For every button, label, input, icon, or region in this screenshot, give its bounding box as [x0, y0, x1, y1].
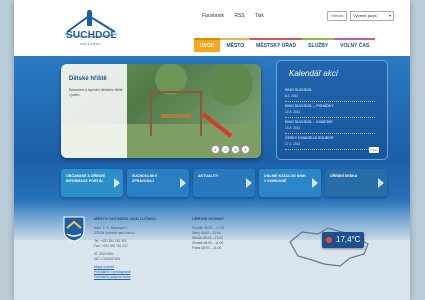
language-select[interactable]: Vyberte jazyk ▾ — [350, 11, 394, 21]
tile-uredni-deska[interactable]: ÚŘEDNÍ DESKA — [325, 169, 387, 197]
language-select-label: Vyberte jazyk — [353, 13, 377, 18]
office-hours-line: Pondělí 08:00 – 17:00 — [192, 226, 225, 230]
event-name: KINO SUCHDOL – POHÁDKY — [285, 104, 334, 108]
office-hours-line: Čtvrtek 08:00 – 11:00 — [192, 241, 224, 245]
footer-ic: IČ: 00247651 — [94, 252, 114, 256]
event-name: KINO SUCHDOL – KOMEDIE — [285, 120, 333, 124]
arrow-right-icon — [180, 178, 186, 188]
print-link[interactable]: Tisk — [255, 13, 264, 19]
footer-link[interactable]: Mapa stránek — [94, 265, 114, 269]
nav-item-mesto[interactable]: MĚSTO — [220, 38, 251, 52]
nav-item-sluzby[interactable]: SLUŽBY — [302, 38, 335, 52]
office-hours-line: Úterý 08:00 – 11:00 — [192, 231, 221, 235]
event-date: 17.3. 2012 — [285, 142, 301, 146]
footer-dic: DIČ: CZ00247651 — [94, 257, 121, 261]
office-hours-line: Středa 08:00 – 17:00 — [192, 236, 223, 240]
facebook-link[interactable]: Facebook — [202, 13, 224, 19]
main-nav: ÚVOD MĚSTO MĚSTSKÝ ÚŘAD SLUŽBY VOLNÝ ČAS — [194, 38, 376, 52]
tile-label: SUCHDOLSKÝ ZPRAVODAJ — [132, 174, 158, 183]
footer-title: MĚSTO SUCHDOL NAD LUŽNICÍ — [94, 216, 156, 221]
location-dot-icon — [326, 237, 332, 243]
event-calendar: Kalendář akcí KINO SUCHDOL 8.3. 2012 KIN… — [276, 60, 388, 160]
image-slider[interactable]: Dětské hřiště Dokončení a doplnění dětsk… — [61, 64, 261, 158]
nav-item-mestsky-urad[interactable]: MĚSTSKÝ ÚŘAD — [250, 38, 303, 52]
logo-name[interactable]: SUCHDOL — [66, 30, 117, 41]
arrow-right-icon — [378, 178, 384, 188]
event-name: KINO SUCHDOL — [285, 88, 313, 92]
rss-link[interactable]: RSS — [234, 13, 244, 19]
tile-katalog[interactable]: ONLINE KATALOG KNIH V KNIHOVNĚ — [259, 169, 321, 197]
temperature: 17,4°C — [336, 235, 361, 244]
footer-address: Nám. T. G. Masaryka 1 — [94, 226, 128, 230]
logo-subtitle: nad Lužnicí — [80, 41, 101, 46]
event-name: ČESKÝ DIVADELNÍ SOUBOR — [285, 136, 334, 140]
calendar-event[interactable]: KINO SUCHDOL 8.3. 2012 — [285, 87, 375, 102]
slide-title[interactable]: Dětské hřiště — [69, 76, 107, 82]
footer-link[interactable]: Technická podpora webu — [94, 275, 130, 279]
slider-dot-3[interactable]: 3 — [231, 145, 240, 154]
footer-link[interactable]: Prohlášení o přístupnosti — [94, 270, 130, 274]
quick-links: OBČANSKÉ A ÚŘEDNÍ INFORMACE PORTÁL SUCHD… — [61, 169, 387, 197]
top-links: Facebook RSS Tisk — [202, 13, 273, 19]
office-hours-title: ÚŘEDNÍ HODINY — [192, 216, 225, 221]
arrow-right-icon — [246, 178, 252, 188]
search-input[interactable]: Hledat — [327, 11, 347, 21]
tile-label: OBČANSKÉ A ÚŘEDNÍ INFORMACE PORTÁL — [66, 174, 105, 183]
tile-zpravodaj[interactable]: SUCHDOLSKÝ ZPRAVODAJ — [127, 169, 189, 197]
arrow-right-icon — [312, 178, 318, 188]
weather-widget[interactable]: 17,4°C — [322, 232, 364, 248]
tile-label: ONLINE KATALOG KNIH V KNIHOVNĚ — [264, 174, 306, 183]
event-date: 10.3. 2012 — [285, 110, 301, 114]
calendar-more-button[interactable]: více — [369, 147, 379, 153]
footer-address: 378 06 Suchdol nad Lužnicí — [94, 231, 135, 235]
calendar-event[interactable]: KINO SUCHDOL – POHÁDKY 10.3. 2012 — [285, 103, 375, 118]
tile-portal[interactable]: OBČANSKÉ A ÚŘEDNÍ INFORMACE PORTÁL — [61, 169, 123, 197]
event-date: 8.3. 2012 — [285, 94, 299, 98]
calendar-title: Kalendář akcí — [289, 69, 338, 78]
slider-dot-4[interactable]: 4 — [241, 145, 250, 154]
tile-label: AKTUALITY — [198, 174, 219, 178]
slider-dot-1[interactable]: 1 — [211, 145, 220, 154]
nav-item-volny-cas[interactable]: VOLNÝ ČAS — [334, 38, 376, 52]
event-date: 15.3. 2012 — [285, 126, 301, 130]
coat-of-arms-icon — [63, 216, 85, 242]
tile-label: ÚŘEDNÍ DESKA — [330, 174, 358, 178]
slider-dot-2[interactable]: 2 — [221, 145, 230, 154]
office-hours-line: Pátek 08:00 – 11:00 — [192, 246, 222, 250]
chevron-down-icon: ▾ — [388, 13, 391, 18]
page: SUCHDOL nad Lužnicí Facebook RSS Tisk Hl… — [14, 0, 410, 300]
slide-text: Dokončení a doplnění dětského hřiště v p… — [69, 88, 123, 97]
footer-phone: Tel: +420 384 781 301 — [94, 239, 127, 243]
header: SUCHDOL nad Lužnicí Facebook RSS Tisk Hl… — [14, 0, 410, 56]
calendar-event[interactable]: KINO SUCHDOL – KOMEDIE 15.3. 2012 — [285, 119, 375, 134]
footer-fax: Fax: +420 384 781 317 — [94, 244, 129, 248]
arrow-right-icon — [114, 178, 120, 188]
nav-item-uvod[interactable]: ÚVOD — [194, 38, 221, 52]
calendar-event[interactable]: ČESKÝ DIVADELNÍ SOUBOR 17.3. 2012 — [285, 135, 375, 150]
tile-aktuality[interactable]: AKTUALITY — [193, 169, 255, 197]
